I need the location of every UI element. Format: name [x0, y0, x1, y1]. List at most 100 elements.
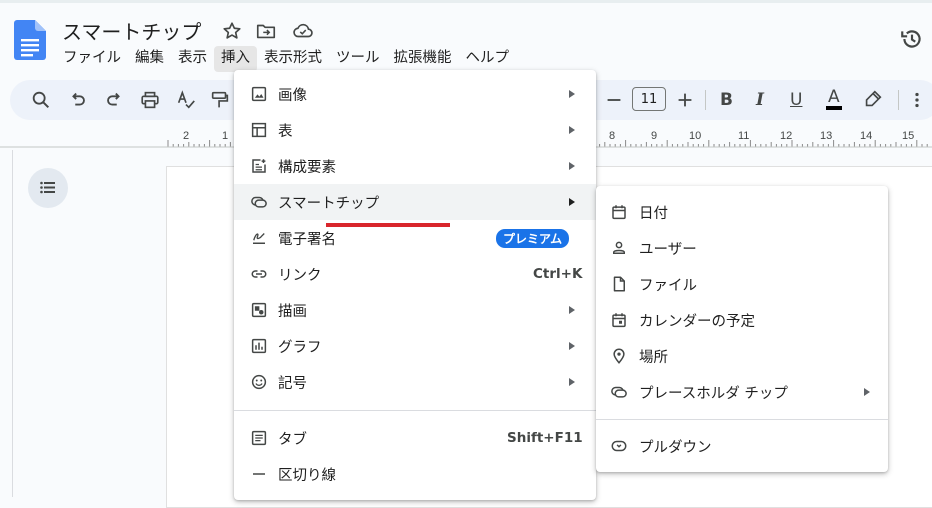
ruler-label: 11 [738, 130, 750, 142]
menu-item-label: ユーザー [639, 241, 697, 258]
signature-icon [253, 233, 265, 244]
menu-item-label: プレースホルダ チップ [639, 385, 788, 402]
menu-item-label: リンク [278, 267, 322, 284]
more-options-icon[interactable] [906, 89, 928, 111]
annotation-underline-smart-chips [326, 223, 450, 227]
smart-chip-file[interactable]: ファイル [596, 266, 888, 302]
insert-menu-table[interactable]: 表 [234, 112, 596, 148]
ruler-label: 1 [222, 130, 229, 142]
submenu-arrow-icon [569, 90, 575, 98]
menu-format[interactable]: 表示形式 [257, 46, 329, 72]
smart-chip-calendar-event[interactable]: カレンダーの予定 [596, 302, 888, 338]
insert-menu-drawing[interactable]: 描画 [234, 292, 596, 328]
bold-button[interactable]: B [720, 90, 733, 110]
insert-menu-smart-chips[interactable]: スマートチップ [234, 184, 596, 220]
search-icon[interactable] [30, 89, 52, 111]
redo-icon[interactable] [103, 89, 125, 111]
insert-menu-special-characters[interactable]: 記号 [234, 364, 596, 400]
horizontal-line-icon [253, 473, 265, 475]
insert-menu-building-blocks[interactable]: 構成要素 [234, 148, 596, 184]
ruler-label: 10 [689, 130, 702, 142]
highlight-pen-icon[interactable] [862, 88, 884, 110]
person-icon [613, 241, 625, 254]
calendar-icon [612, 205, 626, 220]
smart-chip-place[interactable]: 場所 [596, 338, 888, 374]
menu-item-label: 構成要素 [278, 159, 336, 176]
menu-help[interactable]: ヘルプ [459, 46, 517, 72]
star-icon[interactable] [221, 20, 243, 42]
menu-item-label: 日付 [639, 205, 668, 222]
italic-button[interactable]: I [756, 90, 764, 110]
emoji-icon [251, 374, 267, 390]
chart-icon [251, 338, 267, 354]
submenu-arrow-icon [569, 342, 575, 350]
menu-view[interactable]: 表示 [171, 46, 214, 72]
list-icon [40, 181, 55, 194]
image-icon [251, 86, 267, 102]
menu-item-label: 画像 [278, 87, 307, 104]
submenu-arrow-icon [569, 162, 575, 170]
menu-divider [234, 410, 596, 411]
shortcut-label: Shift+F11 [507, 430, 583, 446]
place-icon [613, 348, 625, 364]
menu-extensions[interactable]: 拡張機能 [387, 46, 459, 72]
underline-button[interactable]: U [790, 90, 802, 110]
smart-chip-people[interactable]: ユーザー [596, 230, 888, 266]
spellcheck-icon[interactable] [175, 89, 197, 111]
text-color-button[interactable]: A [826, 88, 842, 110]
menu-item-label: 場所 [639, 349, 668, 366]
submenu-arrow-icon [569, 378, 575, 386]
table-icon [251, 122, 267, 138]
submenu-arrow-icon [569, 306, 575, 314]
smart-chip-icon [251, 196, 267, 208]
ruler-label: 12 [780, 130, 793, 142]
menu-item-label: タブ [278, 431, 307, 448]
smart-chip-dropdown[interactable]: プルダウン [596, 428, 888, 464]
submenu-arrow-icon [569, 198, 575, 206]
vertical-ruler[interactable] [0, 150, 13, 497]
submenu-arrow-icon [864, 388, 870, 396]
insert-menu-link[interactable]: リンク Ctrl+K [234, 256, 596, 292]
menu-item-label: 記号 [278, 375, 307, 392]
shortcut-label: Ctrl+K [533, 266, 583, 282]
menu-edit[interactable]: 編集 [128, 46, 171, 72]
smart-chip-placeholder-chip[interactable]: プレースホルダ チップ [596, 374, 888, 410]
ruler-label: 8 [609, 130, 616, 142]
document-outline-button[interactable] [28, 168, 68, 208]
ruler-label: 14 [860, 130, 873, 142]
toolbar-divider [705, 90, 706, 110]
dropdown-icon [611, 440, 627, 452]
tab-icon [251, 430, 267, 446]
menu-item-label: プルダウン [639, 439, 712, 456]
insert-menu-tab[interactable]: タブ Shift+F11 [234, 420, 596, 456]
menu-insert[interactable]: 挿入 [214, 46, 257, 72]
file-icon [613, 276, 625, 292]
insert-menu-image[interactable]: 画像 [234, 76, 596, 112]
menu-divider [596, 419, 888, 420]
docs-logo-icon[interactable] [14, 20, 46, 60]
print-icon[interactable] [139, 89, 161, 111]
document-title[interactable]: スマートチップ [62, 16, 201, 45]
menu-item-label: 電子署名 [278, 231, 336, 248]
cloud-saved-icon[interactable] [292, 20, 314, 42]
insert-menu-horizontal-line[interactable]: 区切り線 [234, 456, 596, 492]
menu-tools[interactable]: ツール [329, 46, 387, 72]
insert-menu-chart[interactable]: グラフ [234, 328, 596, 364]
menu-bar: ファイル 編集 表示 挿入 表示形式 ツール 拡張機能 ヘルプ [56, 46, 516, 72]
increase-font-size-icon[interactable] [674, 89, 696, 111]
move-folder-icon[interactable] [255, 20, 277, 42]
font-size-input[interactable]: 11 [632, 87, 666, 111]
undo-icon[interactable] [67, 89, 89, 111]
decrease-font-size-icon[interactable] [603, 89, 625, 111]
version-history-icon[interactable] [899, 26, 925, 52]
menu-item-label: カレンダーの予定 [639, 313, 755, 330]
top-border [0, 0, 932, 3]
submenu-arrow-icon [569, 126, 575, 134]
menu-file[interactable]: ファイル [56, 46, 128, 72]
smart-chip-date[interactable]: 日付 [596, 194, 888, 230]
menu-item-label: 描画 [278, 303, 307, 320]
paint-format-icon[interactable] [209, 89, 231, 111]
building-blocks-icon [252, 159, 266, 173]
menu-item-label: 区切り線 [278, 467, 336, 484]
menu-item-label: ファイル [639, 277, 697, 294]
